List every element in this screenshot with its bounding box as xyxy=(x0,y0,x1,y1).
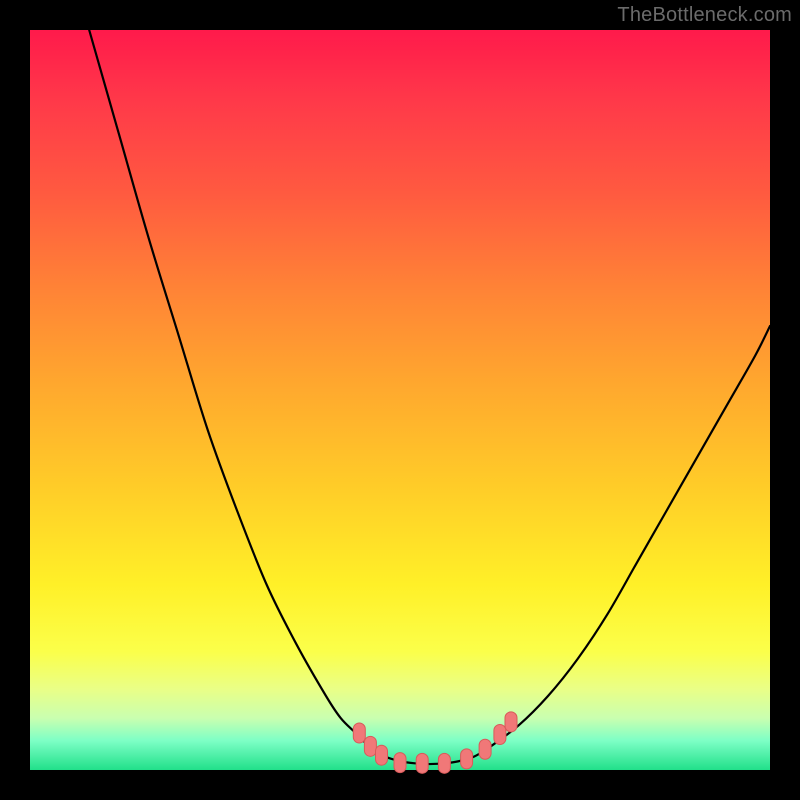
basin-marker xyxy=(376,745,388,765)
basin-marker xyxy=(461,749,473,769)
basin-marker xyxy=(416,753,428,773)
basin-marker xyxy=(505,712,517,732)
basin-marker xyxy=(353,723,365,743)
curve-right-branch xyxy=(489,326,770,748)
basin-marker xyxy=(394,753,406,773)
basin-marker xyxy=(479,739,491,759)
basin-marker xyxy=(364,736,376,756)
watermark-text: TheBottleneck.com xyxy=(617,4,792,27)
plot-area xyxy=(30,30,770,770)
curve-svg xyxy=(30,30,770,770)
chart-frame: TheBottleneck.com xyxy=(0,0,800,800)
basin-marker xyxy=(438,753,450,773)
curve-left-branch xyxy=(89,30,370,748)
basin-marker xyxy=(494,724,506,744)
